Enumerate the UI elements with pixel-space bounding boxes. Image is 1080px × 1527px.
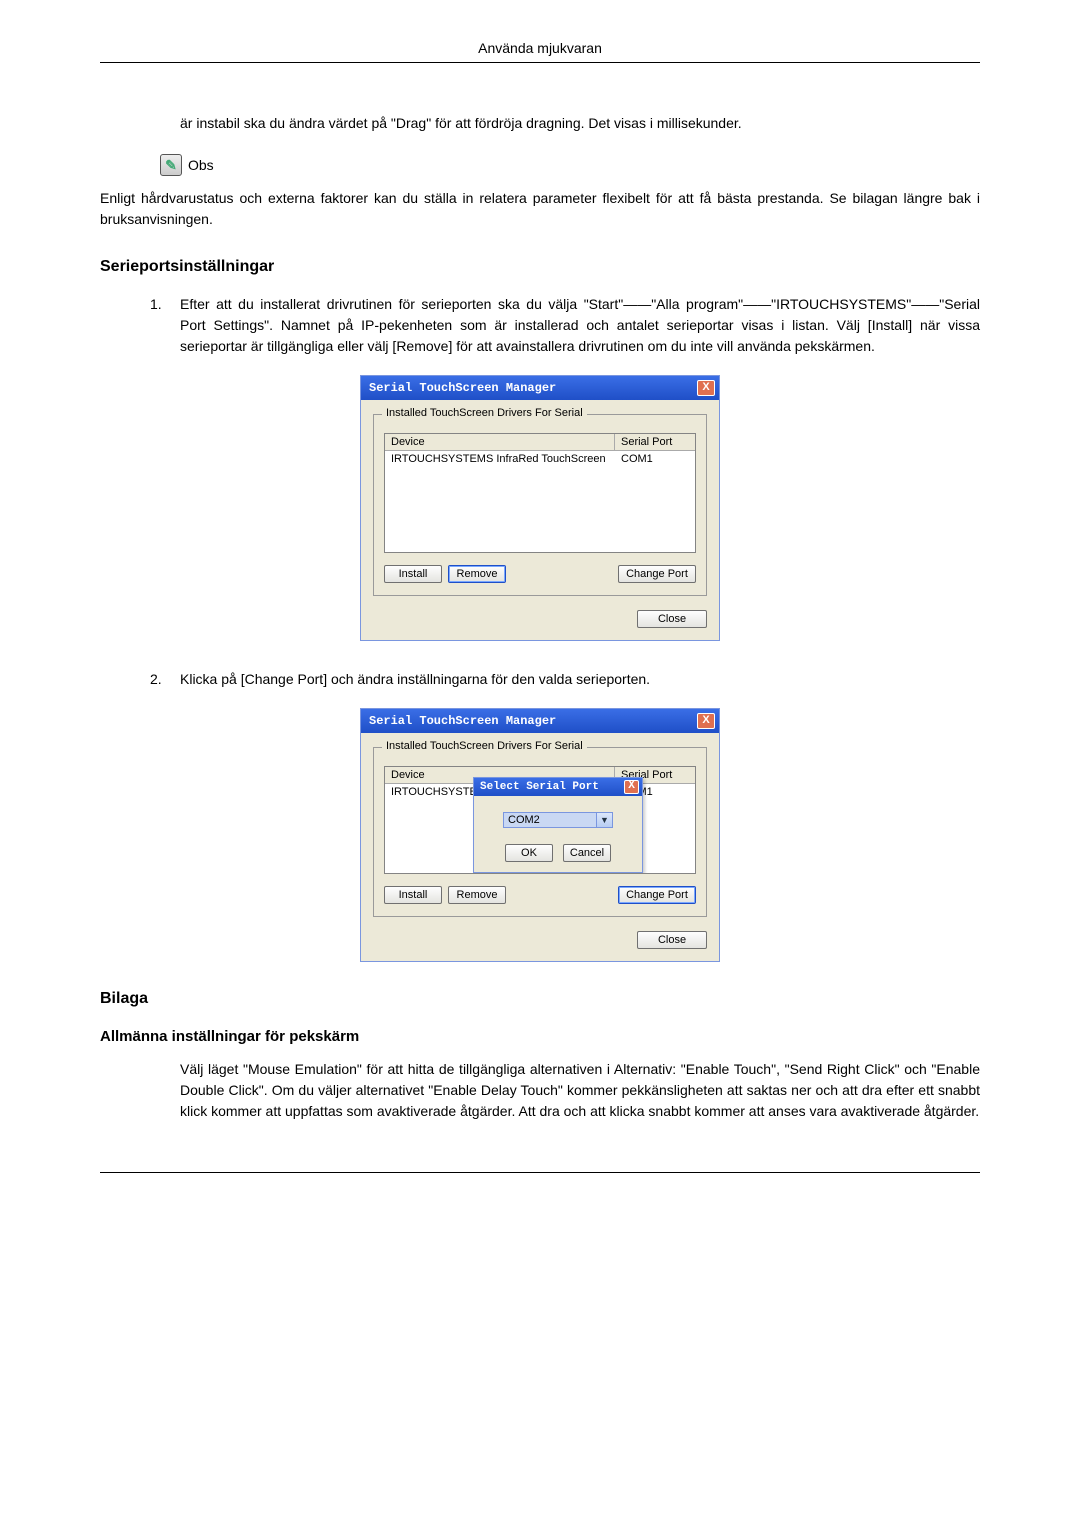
install-button[interactable]: Install <box>384 565 442 583</box>
dialog2-title: Serial TouchScreen Manager <box>369 714 556 728</box>
note-body: Enligt hårdvarustatus och externa faktor… <box>100 188 980 230</box>
bilaga-heading: Bilaga <box>100 990 980 1008</box>
close-icon[interactable]: X <box>697 380 715 396</box>
close-icon[interactable]: X <box>697 713 715 729</box>
bilaga-body: Välj läget "Mouse Emulation" för att hit… <box>180 1059 980 1122</box>
groupbox-label: Installed TouchScreen Drivers For Serial <box>382 407 587 419</box>
driver-listview[interactable]: Device Serial Port IRTOUCHSYSTE COM1 Sel… <box>384 766 696 874</box>
close-button[interactable]: Close <box>637 931 707 949</box>
bilaga-subheading: Allmänna inställningar för pekskärm <box>100 1028 980 1045</box>
dialog-serial-manager-1: Serial TouchScreen Manager X Installed T… <box>360 375 720 641</box>
dialog1-title: Serial TouchScreen Manager <box>369 381 556 395</box>
serial-port-combobox[interactable]: COM2 ▼ <box>503 812 613 828</box>
groupbox-label: Installed TouchScreen Drivers For Serial <box>382 740 587 752</box>
ok-button[interactable]: OK <box>505 844 553 862</box>
remove-button[interactable]: Remove <box>448 886 506 904</box>
close-button[interactable]: Close <box>637 610 707 628</box>
col-serial-port[interactable]: Serial Port <box>615 434 695 450</box>
intro-paragraph: är instabil ska du ändra värdet på "Drag… <box>180 113 980 134</box>
table-row[interactable]: IRTOUCHSYSTEMS InfraRed TouchScreen COM1 <box>385 451 695 467</box>
cell-device: IRTOUCHSYSTEMS InfraRed TouchScreen <box>385 451 615 467</box>
note-label: Obs <box>188 157 214 173</box>
cell-port: COM1 <box>615 451 695 467</box>
list-text-2: Klicka på [Change Port] och ändra instäl… <box>180 669 980 690</box>
footer-divider <box>100 1172 980 1173</box>
inner-dialog-title: Select Serial Port <box>480 781 599 793</box>
list-number-2: 2. <box>150 669 180 690</box>
section-serial-heading: Serieportsinställningar <box>100 258 980 276</box>
col-device[interactable]: Device <box>385 434 615 450</box>
combo-value: COM2 <box>504 813 596 827</box>
dialog-serial-manager-2: Serial TouchScreen Manager X Installed T… <box>360 708 720 962</box>
change-port-button[interactable]: Change Port <box>618 565 696 583</box>
install-button[interactable]: Install <box>384 886 442 904</box>
driver-listview[interactable]: Device Serial Port IRTOUCHSYSTEMS InfraR… <box>384 433 696 553</box>
cancel-button[interactable]: Cancel <box>563 844 611 862</box>
list-text-1: Efter att du installerat drivrutinen för… <box>180 294 980 357</box>
note-icon: ✎ <box>160 154 182 176</box>
change-port-button[interactable]: Change Port <box>618 886 696 904</box>
page-header: Använda mjukvaran <box>100 40 980 63</box>
remove-button[interactable]: Remove <box>448 565 506 583</box>
select-serial-port-dialog: Select Serial Port X COM2 ▼ OK Cancel <box>473 777 643 873</box>
chevron-down-icon[interactable]: ▼ <box>596 813 612 827</box>
list-number-1: 1. <box>150 294 180 357</box>
close-icon[interactable]: X <box>624 780 639 794</box>
